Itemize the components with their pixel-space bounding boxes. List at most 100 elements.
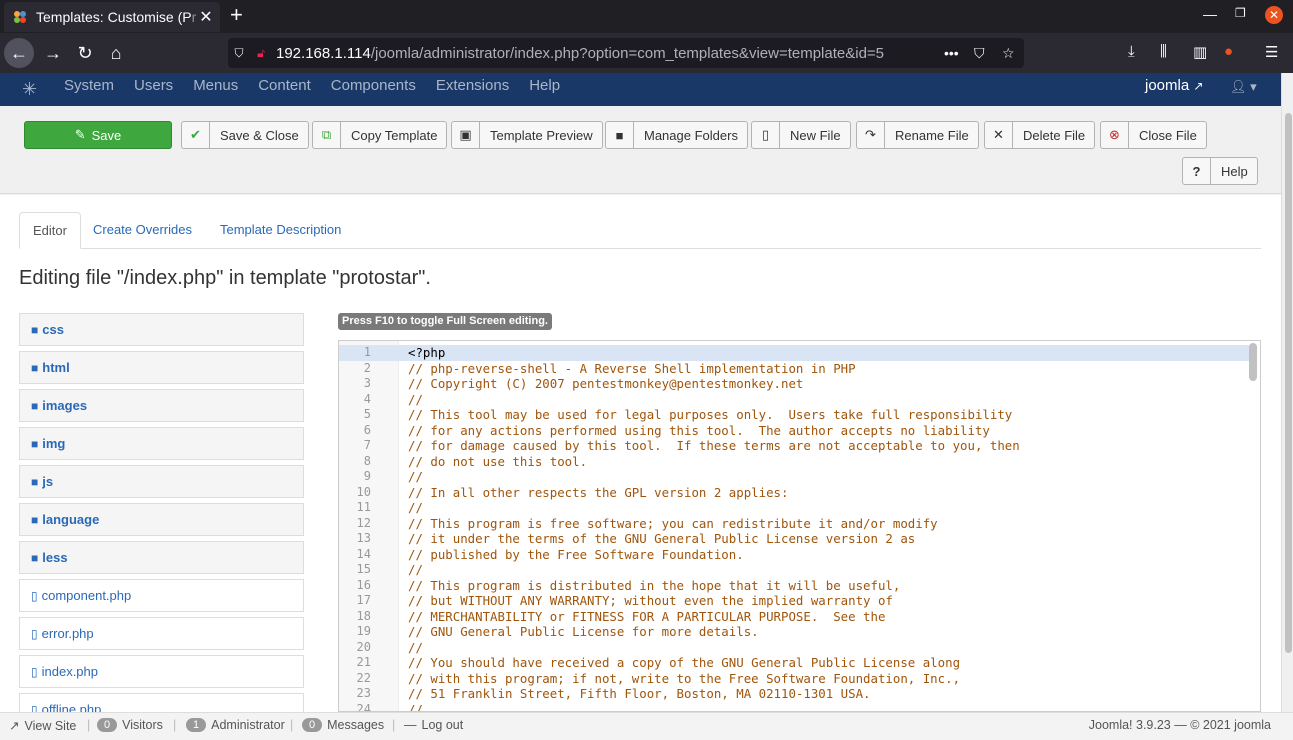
code-line[interactable]: 13 // it under the terms of the GNU Gener… <box>339 531 1249 547</box>
copy-template-button[interactable]: ⧉ Copy Template <box>312 121 448 149</box>
code-text: // php-reverse-shell - A Reverse Shell i… <box>408 360 856 376</box>
insecure-lock-icon[interactable]: 🔓︎ <box>250 46 272 61</box>
template-preview-button[interactable]: ▣ Template Preview <box>451 121 603 149</box>
line-number: 19 <box>356 624 371 638</box>
manage-folders-button[interactable]: ■ Manage Folders <box>605 121 748 149</box>
visitors-count-badge: 0 <box>97 718 118 732</box>
view-site-link[interactable]: ↗ View Site <box>9 718 76 734</box>
editor-scrollbar[interactable] <box>1249 343 1257 381</box>
code-editor[interactable]: 1 <?php 2 // php-reverse-shell - A Reverse … <box>338 340 1261 712</box>
new-tab-button[interactable]: + <box>230 4 243 26</box>
line-number: 3 <box>363 376 371 390</box>
folder-images[interactable]: ■ images <box>19 389 304 422</box>
code-line[interactable]: 15 // <box>339 562 1249 578</box>
code-line[interactable]: 11 // <box>339 500 1249 516</box>
site-link[interactable]: joomla ↗ <box>1145 77 1203 94</box>
menu-help[interactable]: Help <box>529 77 560 94</box>
code-line[interactable]: 12 // This program is free software; you … <box>339 516 1249 532</box>
shield-icon[interactable]: ⛉ <box>228 46 250 61</box>
code-line[interactable]: 10 // In all other respects the GPL versi… <box>339 485 1249 501</box>
folder-html[interactable]: ■ html <box>19 351 304 384</box>
extension-icon[interactable]: ● <box>1224 43 1233 60</box>
code-line[interactable]: 9 // <box>339 469 1249 485</box>
code-line[interactable]: 4 // <box>339 392 1249 408</box>
code-line[interactable]: 7 // for damage caused by this tool. If t… <box>339 438 1249 454</box>
file-index-php[interactable]: ▯ index.php <box>19 655 304 688</box>
code-line[interactable]: 19 // GNU General Public License for more… <box>339 624 1249 640</box>
code-line[interactable]: 21 // You should have received a copy of … <box>339 655 1249 671</box>
menu-content[interactable]: Content <box>258 77 311 94</box>
code-line[interactable]: 5 // This tool may be used for legal purp… <box>339 407 1249 423</box>
delete-file-button[interactable]: ✕ Delete File <box>984 121 1096 149</box>
back-icon[interactable]: ← <box>4 38 34 68</box>
code-line[interactable]: 8 // do not use this tool. <box>339 454 1249 470</box>
code-line[interactable]: 20 // <box>339 640 1249 656</box>
tab-template-description[interactable]: Template Description <box>207 212 354 249</box>
folder-language[interactable]: ■ language <box>19 503 304 536</box>
menu-system[interactable]: System <box>64 77 114 94</box>
messages-link[interactable]: 0 Messages <box>302 718 384 732</box>
rename-file-button[interactable]: ↷ Rename File <box>856 121 979 149</box>
code-line[interactable]: 17 // but WITHOUT ANY WARRANTY; without e… <box>339 593 1249 609</box>
new-file-button[interactable]: ▯ New File <box>751 121 851 149</box>
file-error-php[interactable]: ▯ error.php <box>19 617 304 650</box>
joomla-logo-icon[interactable]: ✳ <box>22 79 37 100</box>
bookmark-star-icon[interactable]: ☆ <box>1002 38 1015 68</box>
library-icon[interactable]: ⫼ <box>1160 43 1167 60</box>
close-file-button[interactable]: ⊗ Close File <box>1100 121 1207 149</box>
url-text[interactable]: 192.168.1.114/joomla/administrator/index… <box>276 45 926 62</box>
forward-icon[interactable]: → <box>38 38 68 68</box>
menu-extensions[interactable]: Extensions <box>436 77 509 94</box>
line-number: 9 <box>363 469 371 483</box>
folder-icon: ■ <box>31 360 39 375</box>
code-text: <?php <box>408 345 446 360</box>
save-button[interactable]: ✎ Save <box>24 121 172 149</box>
page-scroll-thumb[interactable] <box>1285 113 1292 653</box>
close-tab-icon[interactable]: ✕ <box>196 7 216 27</box>
code-line[interactable]: 3 // Copyright (C) 2007 pentestmonkey@pen… <box>339 376 1249 392</box>
folder-less[interactable]: ■ less <box>19 541 304 574</box>
page-scrollbar[interactable] <box>1281 73 1293 712</box>
user-menu-icon[interactable]: 👤︎ ▾ <box>1230 79 1257 95</box>
code-line[interactable]: 22 // with this program; if not, write to… <box>339 671 1249 687</box>
folder-js[interactable]: ■ js <box>19 465 304 498</box>
downloads-icon[interactable]: ⤓ <box>1128 43 1135 60</box>
code-line[interactable]: 14 // published by the Free Software Foun… <box>339 547 1249 563</box>
menu-components[interactable]: Components <box>331 77 416 94</box>
folder-icon: ■ <box>31 436 39 451</box>
code-line[interactable]: 2 // php-reverse-shell - A Reverse Shell … <box>339 361 1249 377</box>
reload-icon[interactable]: ↻ <box>70 38 100 68</box>
folder-css[interactable]: ■ css <box>19 313 304 346</box>
browser-tab[interactable]: Templates: Customise (Pr ✕ <box>4 2 220 32</box>
line-number: 11 <box>356 500 371 514</box>
menu-menus[interactable]: Menus <box>193 77 238 94</box>
code-line[interactable]: 6 // for any actions performed using this… <box>339 423 1249 439</box>
save-close-button[interactable]: ✔ Save & Close <box>181 121 309 149</box>
tab-create-overrides[interactable]: Create Overrides <box>80 212 205 249</box>
main-content: Editor Create Overrides Template Descrip… <box>0 195 1281 726</box>
code-area[interactable]: 1 <?php 2 // php-reverse-shell - A Reverse … <box>339 345 1249 712</box>
code-line[interactable]: 16 // This program is distributed in the … <box>339 578 1249 594</box>
code-line[interactable]: 1 <?php <box>339 345 1249 361</box>
tab-editor[interactable]: Editor <box>19 212 81 249</box>
folder-img[interactable]: ■ img <box>19 427 304 460</box>
log-out-link[interactable]: — Log out <box>404 718 463 732</box>
sidebar-icon[interactable]: ▥ <box>1193 43 1207 61</box>
home-icon[interactable]: ⌂ <box>101 38 131 68</box>
url-bar[interactable]: ⛉ 🔓︎ 192.168.1.114/joomla/administrator/… <box>228 38 1024 68</box>
file-component-php[interactable]: ▯ component.php <box>19 579 304 612</box>
page-actions-icon[interactable]: ••• <box>944 38 959 68</box>
code-line[interactable]: 18 // MERCHANTABILITY or FITNESS FOR A PA… <box>339 609 1249 625</box>
maximize-icon[interactable]: ❐ <box>1235 6 1246 20</box>
code-text: // for damage caused by this tool. If th… <box>408 438 1020 453</box>
check-icon: ✔ <box>182 122 210 148</box>
code-line[interactable]: 23 // 51 Franklin Street, Fifth Floor, Bo… <box>339 686 1249 702</box>
menu-users[interactable]: Users <box>134 77 173 94</box>
refresh-icon: ↷ <box>857 122 885 148</box>
help-button[interactable]: ? Help <box>1182 157 1258 185</box>
menu-icon[interactable]: ☰ <box>1265 43 1278 61</box>
window-close-icon[interactable]: ✕ <box>1265 6 1283 24</box>
minimize-icon[interactable]: — <box>1203 6 1217 22</box>
pocket-icon[interactable]: ⛉ <box>974 38 985 68</box>
code-line[interactable]: 24 // <box>339 702 1249 712</box>
